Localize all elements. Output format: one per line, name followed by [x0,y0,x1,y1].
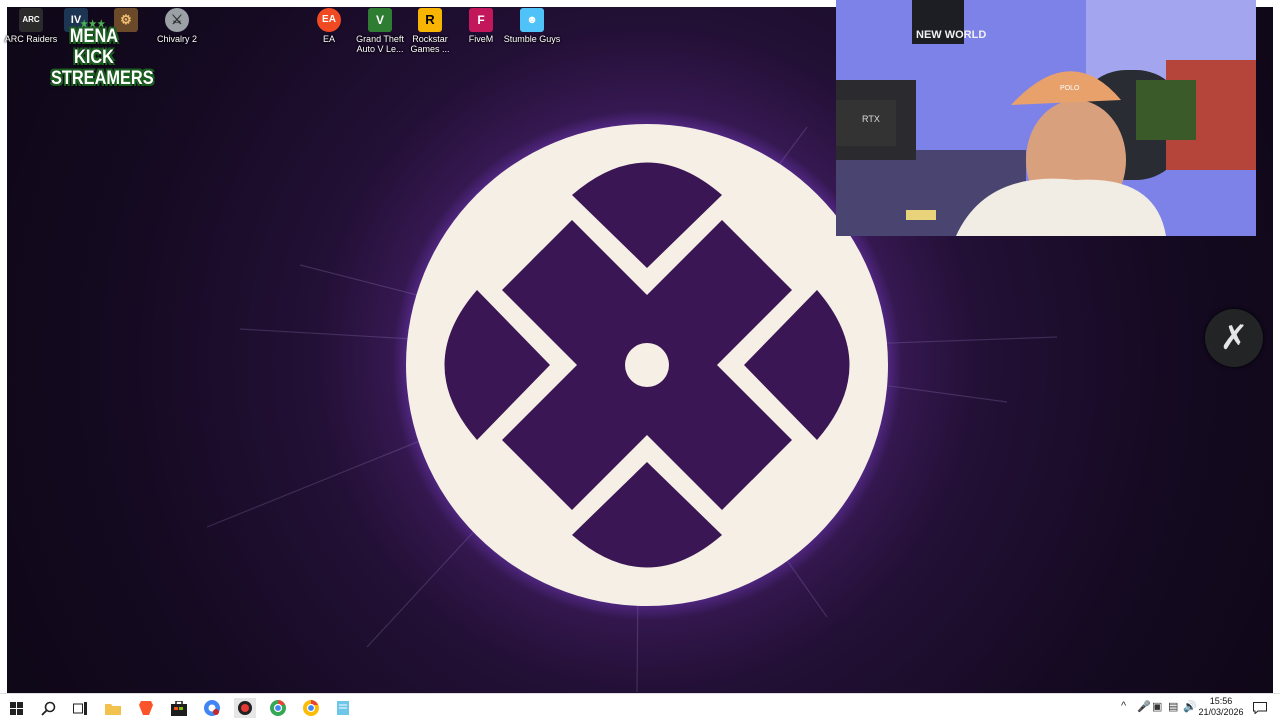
taskbar-clock[interactable]: 15:56 21/03/2026 [1196,696,1246,718]
taskbar-active-app[interactable] [234,698,256,718]
taskbar-brave[interactable] [135,698,157,718]
notification-icon [1253,702,1267,714]
stumble-guys-icon: ☻ [520,8,544,32]
windows-icon [9,701,23,715]
task-view-button[interactable] [69,698,91,718]
taskbar-chrome[interactable] [267,698,289,718]
mena-kick-streamers-badge: ★★★ MENA KICK STREAMERS [51,19,154,89]
floating-overlay-button[interactable]: ✗ [1205,309,1263,367]
chrome-profile-icon [204,700,220,716]
badge-line-2: STREAMERS [51,68,154,89]
taskbar-chrome-profile[interactable] [201,698,223,718]
chivalry-icon: ⚔ [165,8,189,32]
microphone-icon[interactable]: 🎤 [1137,700,1151,713]
desktop-icon-chivalry[interactable]: ⚔ Chivalry 2 [147,8,207,44]
chrome-icon-2 [303,700,319,716]
store-icon [171,700,187,716]
volume-icon[interactable]: 🔊 [1183,700,1197,713]
red-app-icon [238,701,252,715]
rockstar-icon: R [418,8,442,32]
poster-text: NEW WORLD [916,29,986,41]
notification-button[interactable] [1249,698,1271,718]
taskbar: ^ 🎤 ▣ ▤ 🔊 15:56 21/03/2026 [0,693,1280,721]
taskbar-file-explorer[interactable] [102,698,124,718]
arc-raiders-icon: ARC [19,8,43,32]
display-icon[interactable]: ▣ [1152,700,1162,713]
start-button[interactable] [5,698,27,718]
task-view-icon [72,701,87,715]
taskbar-chrome-2[interactable] [300,698,322,718]
taskbar-store[interactable] [168,698,190,718]
rtx-box-text: RTX [862,114,880,124]
taskbar-notepad[interactable] [332,698,354,718]
clock-date: 21/03/2026 [1198,707,1244,717]
search-icon [40,701,55,716]
folder-icon [105,703,121,715]
clock-time: 15:56 [1209,696,1233,706]
chevron-up-icon[interactable]: ^ [1121,700,1126,712]
desktop-icon-stumble[interactable]: ☻ Stumble Guys [502,8,562,44]
hat-text: POLO [1060,85,1080,92]
webcam-scene: NEW WORLD RTX POLO [836,0,1256,236]
network-icon[interactable]: ▤ [1168,700,1178,713]
gta-v-icon: V [368,8,392,32]
fivem-icon: F [469,8,493,32]
chrome-icon [270,700,286,716]
search-button[interactable] [37,698,59,718]
ea-icon: EA [317,8,341,32]
notepad-icon [337,701,349,715]
brave-icon [139,701,153,715]
x-icon: ✗ [1219,318,1249,358]
webcam-feed: NEW WORLD RTX POLO [836,0,1256,236]
wallpaper-emblem [392,110,902,620]
